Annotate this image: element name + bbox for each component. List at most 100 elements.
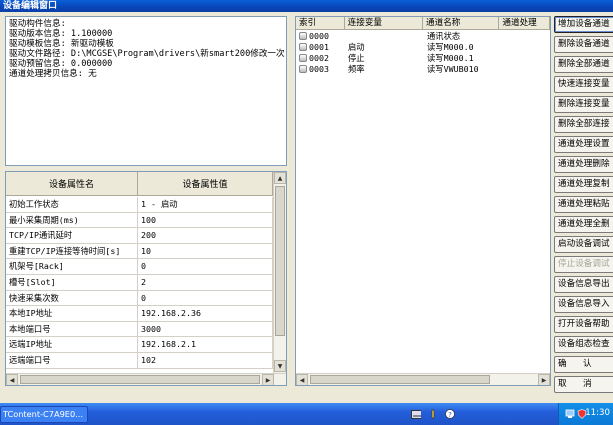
property-value[interactable]: 192.168.2.36	[138, 306, 273, 321]
channel-row[interactable]: 0000 通讯状态	[296, 31, 550, 42]
channel-row[interactable]: 0003 频率 读写VWUB010	[296, 64, 550, 75]
property-row[interactable]: 远端IP地址 192.168.2.1	[6, 337, 273, 353]
scroll-up-icon[interactable]: ▲	[274, 172, 286, 184]
property-row[interactable]: 最小采集周期(ms) 100	[6, 212, 273, 229]
scroll-thumb[interactable]	[275, 186, 285, 336]
channel-name: 读写M000.0	[427, 42, 474, 52]
device-config-check-button[interactable]: 设备组态检查	[554, 336, 613, 353]
property-grid-vertical-scrollbar[interactable]: ▲ ▼	[273, 172, 286, 374]
column-header-index[interactable]: 索引	[296, 17, 345, 29]
scroll-right-icon[interactable]: ▶	[262, 374, 274, 385]
channel-processing	[501, 53, 550, 64]
network-icon[interactable]	[565, 409, 575, 419]
channel-processing-settings-button[interactable]: 通道处理设置	[554, 136, 613, 153]
scroll-right-icon[interactable]: ▶	[538, 374, 550, 385]
property-name: 最小采集周期(ms)	[6, 212, 138, 228]
channel-variable[interactable]	[345, 31, 424, 42]
channel-row[interactable]: 0002 停止 读写M000.1	[296, 53, 550, 64]
channel-index: 0003	[309, 64, 329, 74]
property-row[interactable]: 快速采集次数 0	[6, 290, 273, 307]
property-value[interactable]: 200	[138, 228, 273, 243]
channel-name: 读写M000.1	[427, 53, 474, 63]
export-device-info-button[interactable]: 设备信息导出	[554, 276, 613, 293]
property-value[interactable]: 0	[138, 290, 273, 306]
scroll-left-icon[interactable]: ◀	[296, 374, 308, 385]
channel-processing-paste-button[interactable]: 通道处理粘贴	[554, 196, 613, 213]
help-icon[interactable]: ?	[445, 409, 455, 419]
property-name: TCP/IP通讯延时	[6, 228, 138, 243]
column-header-channel-processing[interactable]: 通道处理	[499, 17, 550, 29]
property-value[interactable]: 100	[138, 212, 273, 228]
stop-device-debug-button: 停止设备调试	[554, 256, 613, 273]
info-line: 驱动模板信息: 新驱动模板	[9, 39, 114, 49]
scroll-down-icon[interactable]: ▼	[274, 360, 286, 372]
start-device-debug-button[interactable]: 启动设备调试	[554, 236, 613, 253]
channel-processing-delete-button[interactable]: 通道处理删除	[554, 156, 613, 173]
property-value[interactable]: 0	[138, 259, 273, 274]
taskbar-task-button[interactable]: TContent-C7A9E0...	[0, 406, 88, 423]
scroll-thumb[interactable]	[20, 375, 260, 384]
property-row[interactable]: 重建TCP/IP连接等待时间[s] 10	[6, 243, 273, 260]
delete-link-variable-button[interactable]: 删除连接变量	[554, 96, 613, 113]
channel-processing	[501, 31, 550, 42]
channel-row[interactable]: 0001 启动 读写M000.0	[296, 42, 550, 53]
property-grid-header: 设备属性名 设备属性值	[6, 172, 273, 196]
channel-processing-copy-button[interactable]: 通道处理复制	[554, 176, 613, 193]
property-row[interactable]: 本地IP地址 192.168.2.36	[6, 306, 273, 322]
channel-icon	[299, 43, 307, 51]
column-header-channel-name[interactable]: 通道名称	[423, 17, 500, 29]
channel-name: 通讯状态	[427, 31, 461, 41]
delete-all-links-button[interactable]: 删除全部连接	[554, 116, 613, 133]
property-value[interactable]: 3000	[138, 321, 273, 337]
channel-index-cell: 0001	[296, 42, 345, 53]
channel-processing-delete-all-button[interactable]: 通道处理全删	[554, 216, 613, 233]
clock[interactable]: 11:30	[585, 408, 610, 418]
import-device-info-button[interactable]: 设备信息导入	[554, 296, 613, 313]
property-row[interactable]: 机架号[Rack] 0	[6, 259, 273, 275]
channel-list: 索引 连接变量 通道名称 通道处理 0000 通讯状态 0001 启动 读写M0…	[295, 16, 551, 386]
property-row[interactable]: 槽号[Slot] 2	[6, 274, 273, 291]
delete-all-channels-button[interactable]: 删除全部通道	[554, 56, 613, 73]
system-tray: 11:30	[558, 403, 613, 425]
property-value[interactable]: 10	[138, 243, 273, 259]
confirm-button[interactable]: 确 认	[554, 356, 613, 373]
channel-variable[interactable]: 启动	[345, 42, 424, 53]
channel-index-cell: 0002	[296, 53, 345, 64]
channel-variable[interactable]: 停止	[345, 53, 424, 64]
property-row[interactable]: 远端端口号 102	[6, 352, 273, 369]
info-line: 驱动预留信息: 0.000000	[9, 59, 113, 69]
property-name: 初始工作状态	[6, 197, 138, 212]
scroll-left-icon[interactable]: ◀	[6, 374, 18, 385]
property-value[interactable]: 1 - 启动	[138, 197, 273, 212]
property-value[interactable]: 2	[138, 274, 273, 290]
property-grid-horizontal-scrollbar[interactable]: ◀ ▶	[6, 373, 286, 385]
quick-link-variable-button[interactable]: 快速连接变量	[554, 76, 613, 93]
open-device-help-button[interactable]: 打开设备帮助	[554, 316, 613, 333]
property-name: 远端IP地址	[6, 337, 138, 352]
property-row[interactable]: TCP/IP通讯延时 200	[6, 228, 273, 244]
channel-list-horizontal-scrollbar[interactable]: ◀ ▶	[296, 373, 550, 385]
keyboard-icon[interactable]	[411, 410, 421, 420]
channel-processing	[501, 42, 550, 53]
cancel-button[interactable]: 取 消	[554, 376, 613, 393]
property-row[interactable]: 本地端口号 3000	[6, 321, 273, 338]
channel-name: 读写VWUB010	[427, 64, 479, 74]
info-line: 驱动构件信息:	[9, 19, 66, 29]
add-channel-button[interactable]: 增加设备通道	[554, 16, 613, 33]
channel-list-header: 索引 连接变量 通道名称 通道处理	[296, 17, 550, 30]
property-name: 机架号[Rack]	[6, 259, 138, 274]
channel-icon	[299, 32, 307, 40]
channel-processing	[501, 64, 550, 75]
delete-channel-button[interactable]: 删除设备通道	[554, 36, 613, 53]
scroll-thumb[interactable]	[310, 375, 490, 384]
channel-icon	[299, 54, 307, 62]
property-row[interactable]: 初始工作状态 1 - 启动	[6, 197, 273, 213]
property-value[interactable]: 102	[138, 352, 273, 368]
column-header-property-value[interactable]: 设备属性值	[138, 172, 273, 195]
pen-icon[interactable]	[429, 409, 439, 419]
channel-variable[interactable]: 频率	[345, 64, 424, 75]
column-header-property-name[interactable]: 设备属性名	[6, 172, 138, 195]
property-name: 本地IP地址	[6, 306, 138, 321]
property-value[interactable]: 192.168.2.1	[138, 337, 273, 352]
column-header-linked-variable[interactable]: 连接变量	[345, 17, 423, 29]
